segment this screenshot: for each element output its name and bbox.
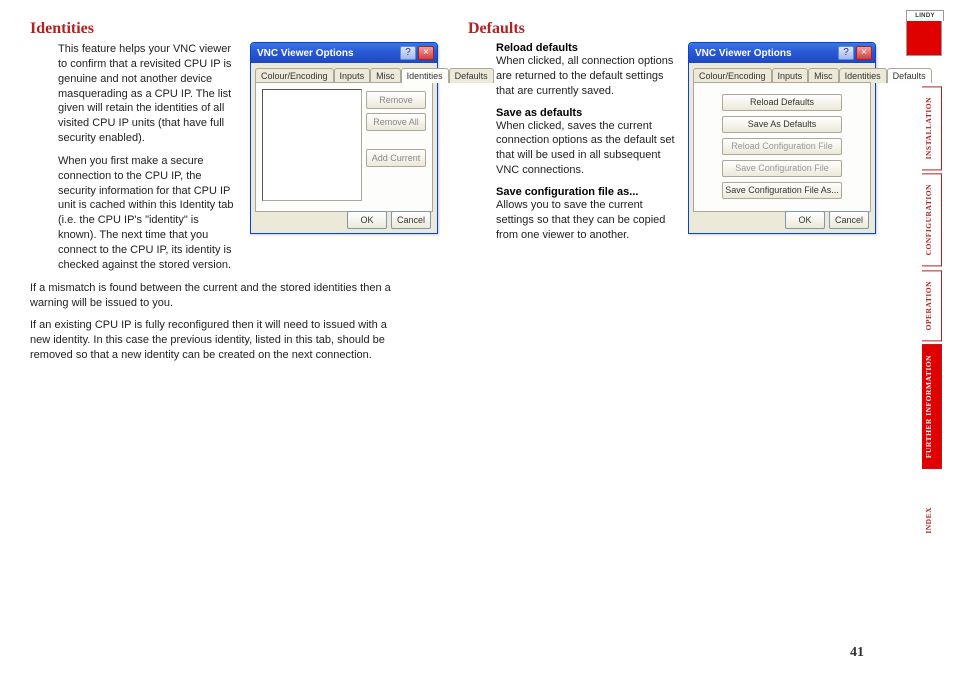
nav-operation[interactable]: OPERATION [922, 270, 942, 341]
cancel-button[interactable]: Cancel [391, 211, 431, 229]
remove-button[interactable]: Remove [366, 91, 426, 109]
add-current-button[interactable]: Add Current [366, 149, 426, 167]
identities-dialog: VNC Viewer Options ? × Colour/Encoding I… [250, 42, 438, 234]
dialog-tabs: Colour/Encoding Inputs Misc Identities D… [693, 67, 871, 82]
tab-colour-encoding[interactable]: Colour/Encoding [255, 68, 334, 83]
nav-further-information[interactable]: FURTHER INFORMATION [922, 344, 942, 469]
identities-para1: This feature helps your VNC viewer to co… [58, 42, 240, 146]
dialog-title: VNC Viewer Options [257, 48, 398, 59]
ok-button[interactable]: OK [785, 211, 825, 229]
identities-listbox[interactable] [262, 89, 362, 201]
tab-inputs[interactable]: Inputs [334, 68, 371, 83]
save-config-file-as-button[interactable]: Save Configuration File As... [722, 182, 842, 199]
save-config-text: Allows you to save the current settings … [496, 198, 678, 243]
nav-configuration[interactable]: CONFIGURATION [922, 173, 942, 266]
close-icon[interactable]: × [418, 46, 434, 60]
identities-heading: Identities [30, 20, 430, 38]
cancel-button[interactable]: Cancel [829, 211, 869, 229]
reload-config-file-button[interactable]: Reload Configuration File [722, 138, 842, 155]
brand-logo [906, 20, 942, 56]
page-number: 41 [850, 645, 864, 661]
identities-para2: When you first make a secure connection … [58, 154, 240, 273]
reload-defaults-text: When clicked, all connection options are… [496, 54, 678, 99]
tab-inputs[interactable]: Inputs [772, 68, 809, 83]
tab-misc[interactable]: Misc [808, 68, 839, 83]
tab-identities[interactable]: Identities [839, 68, 887, 83]
help-icon[interactable]: ? [400, 46, 416, 60]
tab-misc[interactable]: Misc [370, 68, 401, 83]
side-nav: INSTALLATION CONFIGURATION OPERATION FUR… [894, 20, 942, 547]
nav-index[interactable]: INDEX [922, 497, 942, 544]
identities-tabpanel: Remove Remove All Add Current [255, 82, 433, 212]
nav-installation[interactable]: INSTALLATION [922, 86, 942, 170]
save-config-file-button[interactable]: Save Configuration File [722, 160, 842, 177]
save-as-defaults-button[interactable]: Save As Defaults [722, 116, 842, 133]
dialog-tabs: Colour/Encoding Inputs Misc Identities D… [255, 67, 433, 82]
defaults-dialog: VNC Viewer Options ? × Colour/Encoding I… [688, 42, 876, 234]
defaults-tabpanel: Reload Defaults Save As Defaults Reload … [693, 82, 871, 212]
identities-para4: If an existing CPU IP is fully reconfigu… [30, 318, 405, 363]
ok-button[interactable]: OK [347, 211, 387, 229]
close-icon[interactable]: × [856, 46, 872, 60]
help-icon[interactable]: ? [838, 46, 854, 60]
dialog-titlebar: VNC Viewer Options ? × [689, 43, 875, 63]
save-as-defaults-text: When clicked, saves the current connecti… [496, 119, 678, 178]
tab-defaults[interactable]: Defaults [887, 68, 932, 83]
dialog-titlebar: VNC Viewer Options ? × [251, 43, 437, 63]
remove-all-button[interactable]: Remove All [366, 113, 426, 131]
dialog-title: VNC Viewer Options [695, 48, 836, 59]
tab-colour-encoding[interactable]: Colour/Encoding [693, 68, 772, 83]
reload-defaults-button[interactable]: Reload Defaults [722, 94, 842, 111]
tab-identities[interactable]: Identities [401, 68, 449, 83]
defaults-heading: Defaults [468, 20, 868, 38]
identities-para3: If a mismatch is found between the curre… [30, 281, 405, 311]
